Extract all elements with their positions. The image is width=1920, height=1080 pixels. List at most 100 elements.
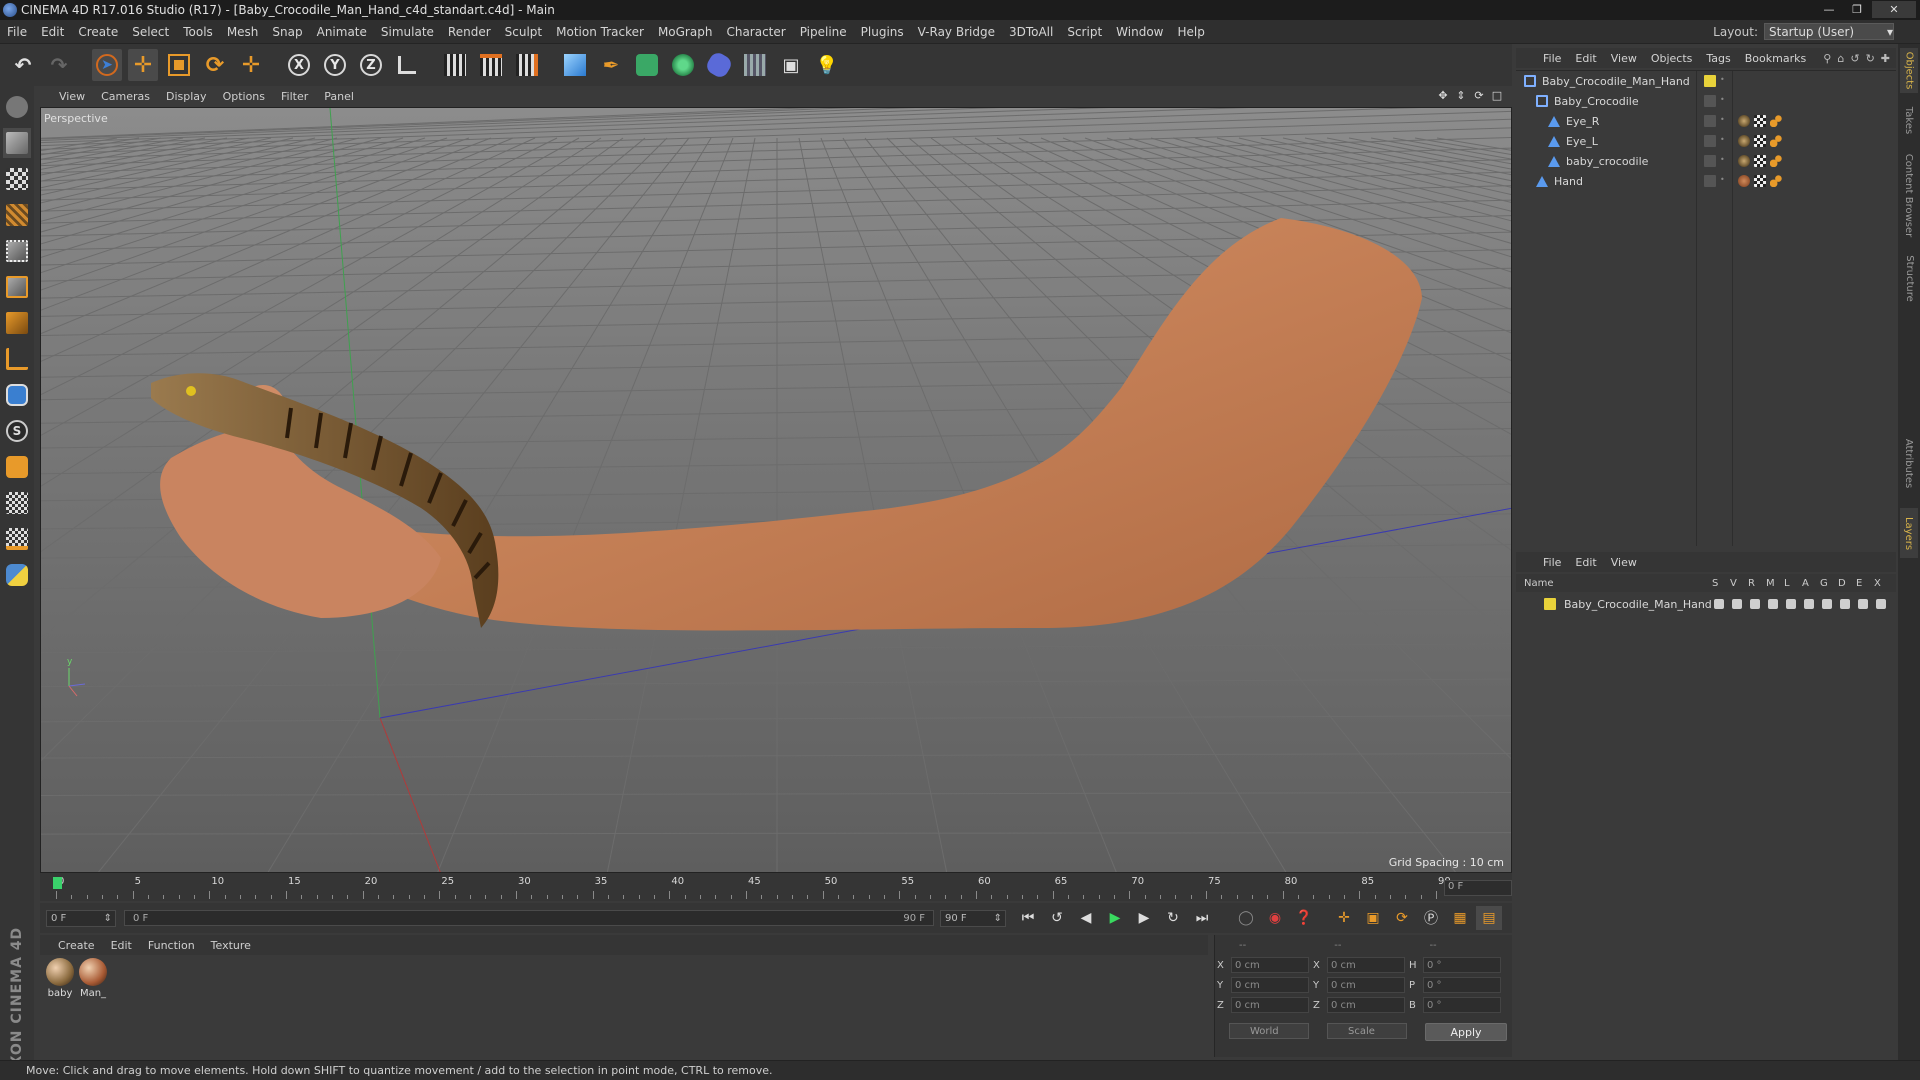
current-frame-field[interactable]: 0 F: [1444, 880, 1512, 896]
layer-color-swatch[interactable]: [1544, 598, 1556, 610]
layer-flag-icon[interactable]: [1732, 599, 1742, 609]
coordinate-field[interactable]: 0 cm: [1231, 957, 1309, 973]
material-swatch[interactable]: Man_: [78, 958, 108, 999]
rotate-tool-button[interactable]: ⟳: [200, 49, 230, 81]
menu-item-3dtoall[interactable]: 3DToAll: [1002, 25, 1060, 39]
coordinate-system-button[interactable]: [392, 49, 422, 81]
menu-item-simulate[interactable]: Simulate: [374, 25, 441, 39]
select-tool-button[interactable]: ➤: [92, 49, 122, 81]
viewport-menu-display[interactable]: Display: [159, 90, 214, 103]
pan-icon[interactable]: ✥: [1436, 88, 1450, 102]
end-frame-field[interactable]: 90 F ⇕: [940, 909, 1006, 927]
snap-button[interactable]: S: [3, 416, 31, 446]
coordinate-transform-dropdown[interactable]: Scale: [1327, 1023, 1407, 1039]
close-icon[interactable]: ✕: [1872, 1, 1916, 18]
render-settings-button[interactable]: [512, 49, 542, 81]
viewport-menu-panel[interactable]: Panel: [317, 90, 361, 103]
coordinate-mode-dropdown[interactable]: World: [1229, 1023, 1309, 1039]
visibility-dots-icon[interactable]: •: [1720, 155, 1725, 167]
menu-item-create[interactable]: Create: [71, 25, 125, 39]
viewport-scene[interactable]: y: [41, 108, 1512, 873]
redo-button[interactable]: ↷: [44, 49, 74, 81]
object-menu-objects[interactable]: Objects: [1644, 52, 1700, 65]
next-key-button[interactable]: ↻: [1160, 906, 1186, 930]
polygon-mode-button[interactable]: [3, 308, 31, 338]
record-button[interactable]: ◉: [1262, 906, 1288, 930]
visibility-dots-icon[interactable]: •: [1720, 75, 1725, 87]
preview-range-slider[interactable]: 0 F 90 F: [124, 910, 934, 926]
add-cube-button[interactable]: [560, 49, 590, 81]
object-row[interactable]: Eye_R •: [1516, 111, 1896, 131]
side-tab-attributes[interactable]: Attributes: [1900, 428, 1918, 498]
phong-tag-icon[interactable]: [1770, 135, 1782, 147]
layer-flag-icon[interactable]: [1858, 599, 1868, 609]
step-back-button[interactable]: ◀: [1073, 906, 1099, 930]
lock-workplane-button[interactable]: [3, 524, 31, 554]
material-tag-icon[interactable]: [1738, 135, 1750, 147]
menu-item-v-ray-bridge[interactable]: V-Ray Bridge: [911, 25, 1002, 39]
object-menu-file[interactable]: File: [1536, 52, 1568, 65]
make-editable-button[interactable]: [3, 92, 31, 122]
menu-item-sculpt[interactable]: Sculpt: [498, 25, 549, 39]
menu-item-render[interactable]: Render: [441, 25, 498, 39]
layer-color-swatch[interactable]: [1704, 75, 1716, 87]
timeline-ruler[interactable]: 051015202530354045505560657075808590: [40, 873, 1512, 901]
visibility-dots-icon[interactable]: •: [1720, 135, 1725, 147]
material-menu-edit[interactable]: Edit: [103, 939, 140, 952]
menu-item-window[interactable]: Window: [1109, 25, 1170, 39]
y-axis-button[interactable]: Y: [320, 49, 350, 81]
side-tab-objects[interactable]: Objects: [1900, 48, 1918, 93]
menu-item-mesh[interactable]: Mesh: [220, 25, 266, 39]
point-mode-button[interactable]: [3, 236, 31, 266]
side-tab-layers[interactable]: Layers: [1900, 508, 1918, 558]
viewport-menu-view[interactable]: View: [52, 90, 92, 103]
visibility-dots-icon[interactable]: •: [1720, 115, 1725, 127]
scale-tool-button[interactable]: [164, 49, 194, 81]
object-row[interactable]: baby_crocodile •: [1516, 151, 1896, 171]
workplane-button[interactable]: [3, 200, 31, 230]
material-tag-icon[interactable]: [1738, 175, 1750, 187]
timeline-settings-button[interactable]: ▤: [1476, 906, 1502, 930]
menu-item-plugins[interactable]: Plugins: [854, 25, 911, 39]
coordinate-field[interactable]: 0 °: [1423, 977, 1501, 993]
layer-flag-icon[interactable]: [1840, 599, 1850, 609]
layer-slot[interactable]: [1704, 115, 1716, 127]
phong-tag-icon[interactable]: [1770, 175, 1782, 187]
go-to-start-button[interactable]: ⏮: [1015, 906, 1041, 930]
start-frame-field[interactable]: 0 F ⇕: [46, 909, 116, 927]
grid-lock-button[interactable]: [3, 488, 31, 518]
restore-icon[interactable]: ❐: [1844, 1, 1870, 18]
timeline-playhead[interactable]: [53, 877, 62, 889]
layer-slot[interactable]: [1704, 135, 1716, 147]
side-tab-structure[interactable]: Structure: [1900, 248, 1918, 308]
previous-key-button[interactable]: ↺: [1044, 906, 1070, 930]
new-view-icon[interactable]: ✚: [1881, 52, 1890, 65]
object-menu-edit[interactable]: Edit: [1568, 52, 1603, 65]
object-row[interactable]: Baby_Crocodile •: [1516, 91, 1896, 111]
render-view-button[interactable]: [440, 49, 470, 81]
add-light-button[interactable]: 💡: [812, 49, 842, 81]
coordinate-field[interactable]: 0 cm: [1327, 957, 1405, 973]
layer-menu-view[interactable]: View: [1604, 556, 1644, 569]
layer-menu-file[interactable]: File: [1536, 556, 1568, 569]
texture-tag-icon[interactable]: [1754, 155, 1766, 167]
menu-item-snap[interactable]: Snap: [265, 25, 309, 39]
tweak-button[interactable]: [3, 380, 31, 410]
layout-dropdown[interactable]: Startup (User) ▾: [1764, 23, 1894, 40]
menu-item-edit[interactable]: Edit: [34, 25, 71, 39]
viewport-menu-cameras[interactable]: Cameras: [94, 90, 157, 103]
texture-tag-icon[interactable]: [1754, 135, 1766, 147]
add-spline-button[interactable]: ✒: [596, 49, 626, 81]
phong-tag-icon[interactable]: [1770, 115, 1782, 127]
layer-flag-icon[interactable]: [1786, 599, 1796, 609]
go-to-end-button[interactable]: ⏭: [1189, 906, 1215, 930]
layer-menu-edit[interactable]: Edit: [1568, 556, 1603, 569]
minimize-icon[interactable]: —: [1816, 1, 1842, 18]
material-menu-function[interactable]: Function: [140, 939, 203, 952]
material-swatch[interactable]: baby: [45, 958, 75, 999]
layer-flag-icon[interactable]: [1822, 599, 1832, 609]
z-axis-button[interactable]: Z: [356, 49, 386, 81]
edge-mode-button[interactable]: [3, 272, 31, 302]
texture-tag-icon[interactable]: [1754, 175, 1766, 187]
play-button[interactable]: ▶: [1102, 906, 1128, 930]
